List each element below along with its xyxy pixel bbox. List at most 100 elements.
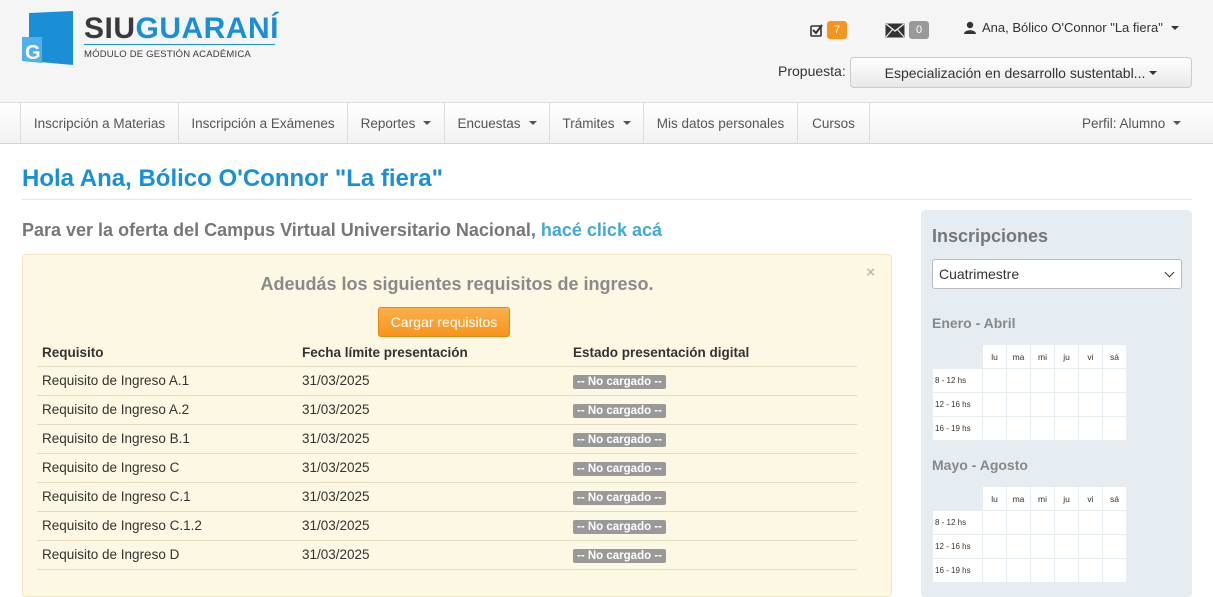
alert-title: Adeudás los siguientes requisitos de ing… [260,274,654,294]
perfil-label: Perfil: Alumno [1082,115,1166,131]
campus-text: Para ver la oferta del Campus Virtual Un… [22,220,536,240]
nav-inscripcion-materias[interactable]: Inscripción a Materias [21,103,179,143]
column-header: Estado presentación digital [568,339,857,367]
nav-label: Inscripción a Exámenes [191,115,335,131]
schedule-cell [1078,368,1103,393]
cargar-requisitos-button[interactable]: Cargar requisitos [378,307,510,337]
schedule-grid: lu ma mi ju vi sá 8 - 12 hs 12 - 16 hs 16 - 19 h… [932,344,1127,441]
messages-count-badge: 0 [909,21,930,39]
perfil-menu[interactable]: Perfil: Alumno [1082,103,1182,143]
requisito-cell: Requisito de Ingreso C [37,453,297,483]
grid-row: 12 - 16 hs [932,534,1127,559]
estado-cell: -- No cargado -- [568,540,857,570]
schedule-cell [1006,368,1031,393]
schedule-cell [1102,368,1127,393]
schedule-cell [1078,416,1103,441]
schedule-cell [1030,416,1055,441]
caret-down-icon [423,121,432,125]
grid-row: 16 - 19 hs [932,416,1127,441]
title-divider [22,199,1192,200]
nav-cursos[interactable]: Cursos [798,103,870,143]
schedule-cell [1030,510,1055,535]
day-header: mi [1030,344,1055,369]
nav-encuestas[interactable]: Encuestas [445,103,550,143]
periodo-select[interactable]: Cuatrimestre [932,259,1182,289]
schedule-cell [1054,558,1079,583]
schedule-cell [1102,416,1127,441]
schedule-cell [1078,558,1103,583]
schedule-cell [982,534,1007,559]
fecha-cell: 31/03/2025 [297,540,568,570]
grid-row: 8 - 12 hs [932,510,1127,535]
user-icon [964,21,976,34]
user-name: Ana, Bólico O'Connor "La fiera" [982,20,1163,35]
main-navbar: Inscripción a Materias Inscripción a Exá… [0,102,1213,144]
requisito-cell: Requisito de Ingreso C.1.2 [37,511,297,541]
fecha-cell: 31/03/2025 [297,424,568,454]
schedule-cell [1006,534,1031,559]
caret-down-icon [1149,70,1158,75]
tasks-indicator[interactable]: 7 [810,21,848,39]
grid-row: 12 - 16 hs [932,392,1127,417]
fecha-cell: 31/03/2025 [297,395,568,425]
svg-text:G: G [25,42,41,64]
requisito-cell: Requisito de Ingreso C.1 [37,482,297,512]
schedule-cell [982,368,1007,393]
schedule-cell [982,510,1007,535]
day-header: ma [1006,344,1031,369]
schedule-cell [1030,368,1055,393]
grid-corner [933,487,983,511]
table-row: Requisito de Ingreso D 31/03/2025 -- No ca… [37,540,857,570]
schedule-cell [1054,368,1079,393]
schedule-cell [982,392,1007,417]
logo-mark-icon: G [22,11,73,65]
table-row: Requisito de Ingreso C.1.2 31/03/2025 -- N… [37,511,857,541]
user-menu[interactable]: Ana, Bólico O'Connor "La fiera" [964,20,1179,35]
schedule-cell [1006,558,1031,583]
day-header: vi [1078,486,1103,511]
period-title: Mayo - Agosto [932,457,1028,473]
schedule-grid: lu ma mi ju vi sá 8 - 12 hs 12 - 16 hs 16 - 19 h… [932,486,1127,583]
propuesta-label: Propuesta: [778,63,846,79]
schedule-cell [1078,534,1103,559]
logo-title: SIUGUARANÍ [84,12,280,45]
schedule-cell [1030,558,1055,583]
time-slot-label: 16 - 19 hs [932,558,983,583]
siu-guarani-logo[interactable]: G SIUGUARANÍ MÓDULO DE GESTIÓN ACADÉMICA [22,11,282,67]
schedule-cell [1006,392,1031,417]
schedule-cell [1006,416,1031,441]
messages-indicator[interactable]: 0 [885,21,930,39]
caret-down-icon [622,121,631,125]
status-badge: -- No cargado -- [573,403,666,418]
schedule-cell [982,416,1007,441]
day-header: ju [1054,344,1079,369]
schedule-cell [1006,510,1031,535]
nav-inscripcion-examenes[interactable]: Inscripción a Exámenes [179,103,348,143]
status-badge: -- No cargado -- [573,548,666,563]
estado-cell: -- No cargado -- [568,511,857,541]
period-title: Enero - Abril [932,315,1016,331]
logo-subtitle: MÓDULO DE GESTIÓN ACADÉMICA [84,49,251,60]
day-header: sá [1102,344,1127,369]
schedule-cell [1054,416,1079,441]
grid-corner [933,345,983,369]
day-header: lu [982,486,1007,511]
nav-mis-datos-personales[interactable]: Mis datos personales [644,103,798,143]
day-header: ma [1006,486,1031,511]
nav-reportes[interactable]: Reportes [348,103,445,143]
table-row: Requisito de Ingreso A.2 31/03/2025 -- No … [37,395,857,425]
fecha-cell: 31/03/2025 [297,511,568,541]
campus-link[interactable]: hacé click acá [541,220,662,240]
fecha-cell: 31/03/2025 [297,453,568,483]
status-badge: -- No cargado -- [573,461,666,476]
schedule-cell [1054,392,1079,417]
requisito-cell: Requisito de Ingreso B.1 [37,424,297,454]
status-badge: -- No cargado -- [573,374,666,389]
estado-cell: -- No cargado -- [568,453,857,483]
nav-label: Inscripción a Materias [33,115,166,131]
fecha-cell: 31/03/2025 [297,366,568,396]
nav-tramites[interactable]: Trámites [550,103,644,143]
schedule-cell [1102,558,1127,583]
propuesta-dropdown[interactable]: Especialización en desarrollo sustentabl… [850,57,1192,88]
schedule-cell [982,558,1007,583]
